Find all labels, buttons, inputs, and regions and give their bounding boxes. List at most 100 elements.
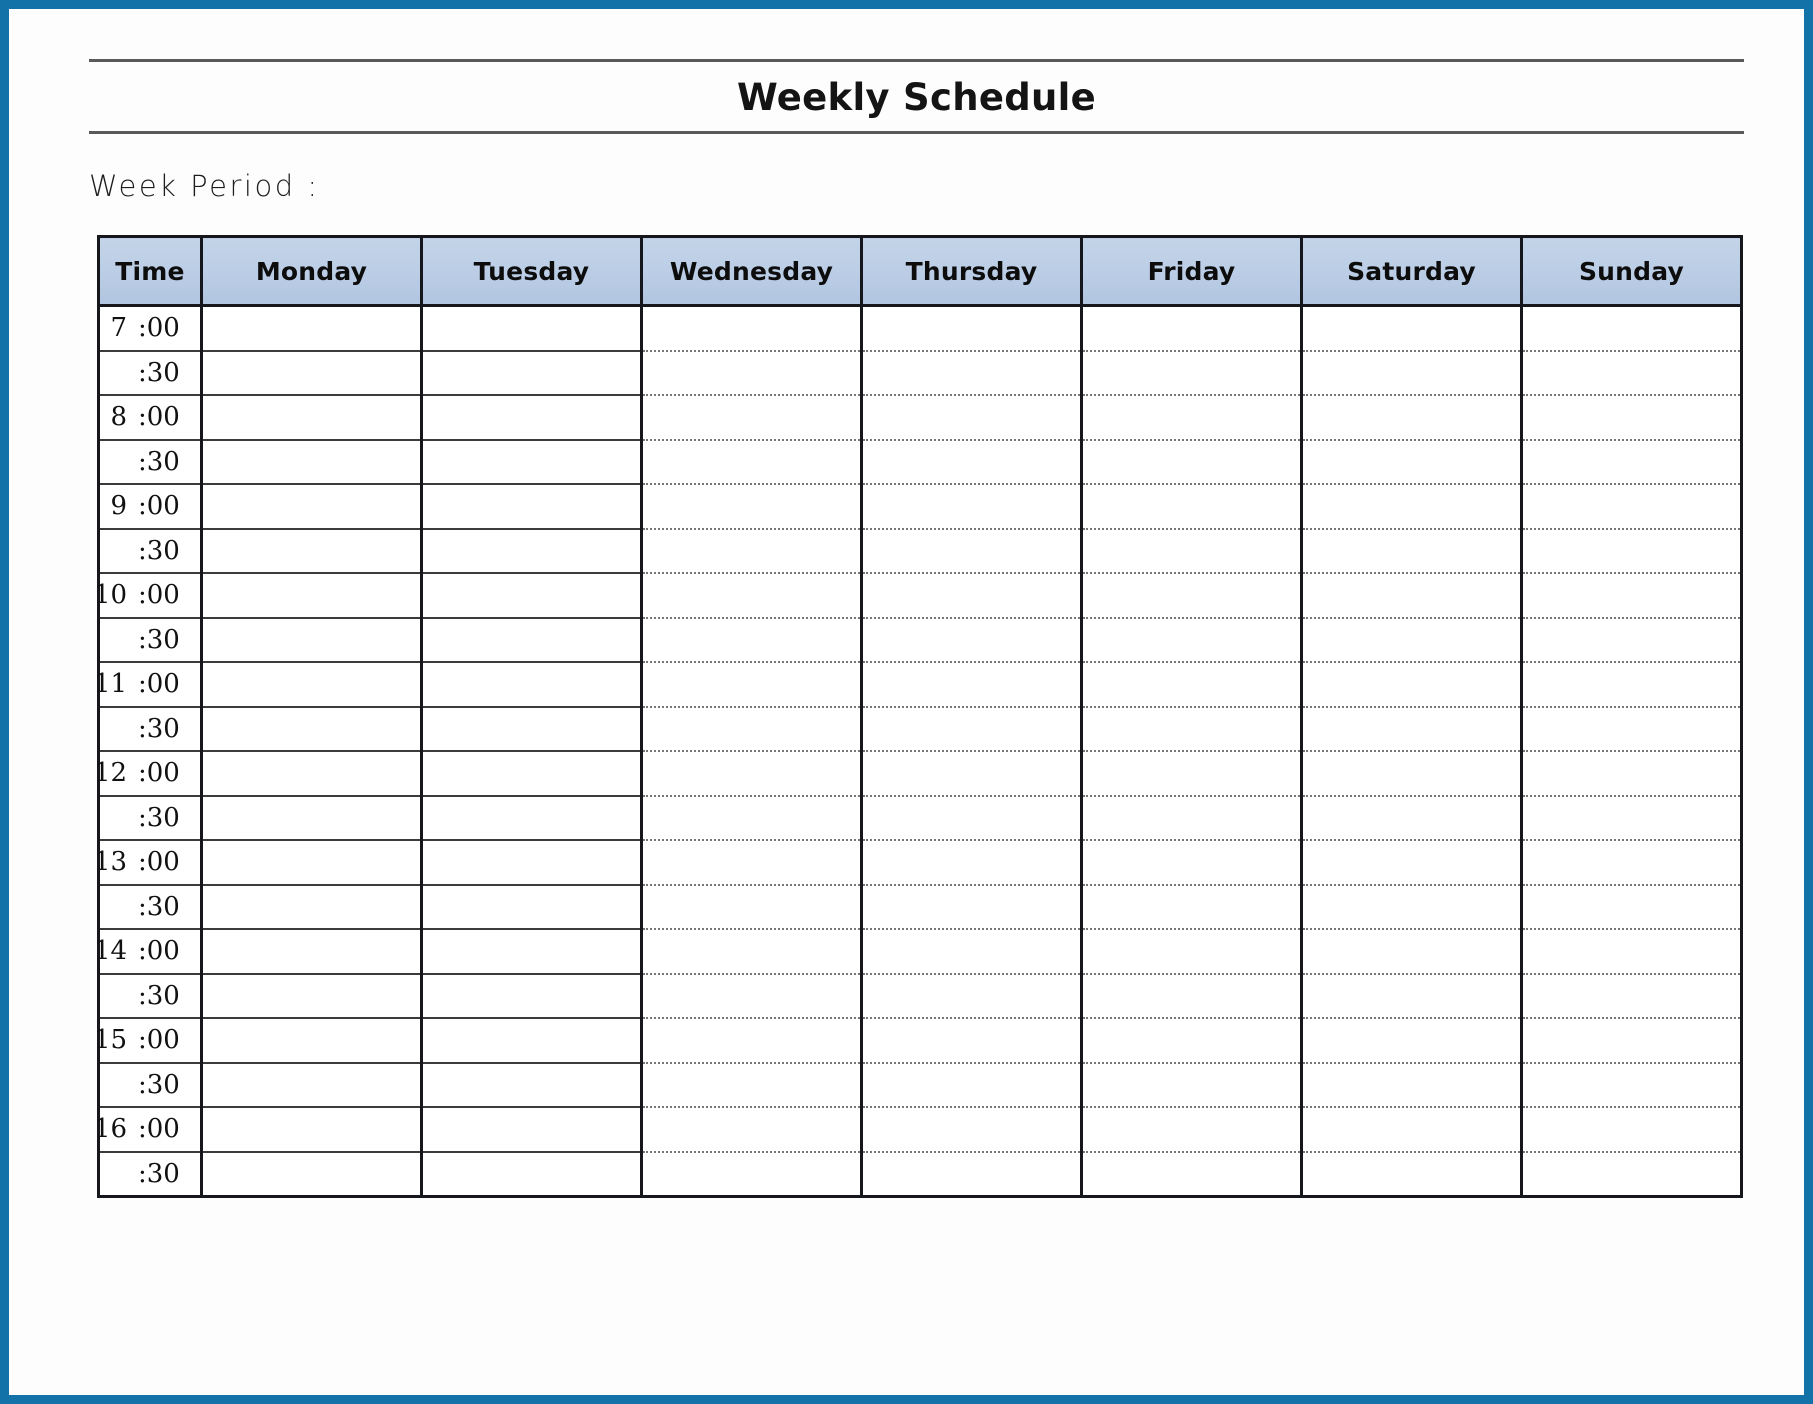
schedule-cell-friday[interactable] xyxy=(1080,662,1303,708)
schedule-cell-sunday[interactable] xyxy=(1520,350,1743,396)
schedule-cell-thursday[interactable] xyxy=(860,305,1083,352)
schedule-cell-friday[interactable] xyxy=(1080,1062,1303,1108)
schedule-cell-friday[interactable] xyxy=(1080,350,1303,396)
schedule-cell-saturday[interactable] xyxy=(1300,528,1523,574)
schedule-cell-monday[interactable] xyxy=(200,973,423,1019)
schedule-cell-sunday[interactable] xyxy=(1520,1107,1743,1153)
schedule-cell-tuesday[interactable] xyxy=(420,884,643,930)
schedule-cell-monday[interactable] xyxy=(200,795,423,841)
schedule-cell-thursday[interactable] xyxy=(860,439,1083,485)
schedule-cell-friday[interactable] xyxy=(1080,751,1303,797)
schedule-cell-tuesday[interactable] xyxy=(420,573,643,619)
schedule-cell-sunday[interactable] xyxy=(1520,840,1743,886)
schedule-cell-friday[interactable] xyxy=(1080,395,1303,441)
schedule-cell-tuesday[interactable] xyxy=(420,1151,643,1198)
schedule-cell-wednesday[interactable] xyxy=(640,840,863,886)
schedule-cell-saturday[interactable] xyxy=(1300,439,1523,485)
schedule-cell-thursday[interactable] xyxy=(860,528,1083,574)
schedule-cell-sunday[interactable] xyxy=(1520,795,1743,841)
schedule-cell-thursday[interactable] xyxy=(860,884,1083,930)
schedule-cell-wednesday[interactable] xyxy=(640,1151,863,1198)
schedule-cell-sunday[interactable] xyxy=(1520,573,1743,619)
schedule-cell-saturday[interactable] xyxy=(1300,305,1523,352)
schedule-cell-monday[interactable] xyxy=(200,617,423,663)
schedule-cell-friday[interactable] xyxy=(1080,1107,1303,1153)
schedule-cell-tuesday[interactable] xyxy=(420,929,643,975)
schedule-cell-saturday[interactable] xyxy=(1300,795,1523,841)
schedule-cell-thursday[interactable] xyxy=(860,662,1083,708)
schedule-cell-monday[interactable] xyxy=(200,1018,423,1064)
schedule-cell-monday[interactable] xyxy=(200,751,423,797)
schedule-cell-thursday[interactable] xyxy=(860,929,1083,975)
schedule-cell-wednesday[interactable] xyxy=(640,795,863,841)
schedule-cell-friday[interactable] xyxy=(1080,573,1303,619)
schedule-cell-sunday[interactable] xyxy=(1520,929,1743,975)
schedule-cell-tuesday[interactable] xyxy=(420,528,643,574)
schedule-cell-sunday[interactable] xyxy=(1520,305,1743,352)
schedule-cell-wednesday[interactable] xyxy=(640,662,863,708)
schedule-cell-monday[interactable] xyxy=(200,884,423,930)
schedule-cell-tuesday[interactable] xyxy=(420,840,643,886)
schedule-cell-thursday[interactable] xyxy=(860,350,1083,396)
schedule-cell-sunday[interactable] xyxy=(1520,706,1743,752)
schedule-cell-monday[interactable] xyxy=(200,840,423,886)
schedule-cell-wednesday[interactable] xyxy=(640,973,863,1019)
schedule-cell-thursday[interactable] xyxy=(860,484,1083,530)
schedule-cell-thursday[interactable] xyxy=(860,795,1083,841)
schedule-cell-tuesday[interactable] xyxy=(420,795,643,841)
schedule-cell-tuesday[interactable] xyxy=(420,1107,643,1153)
schedule-cell-saturday[interactable] xyxy=(1300,617,1523,663)
schedule-cell-monday[interactable] xyxy=(200,1151,423,1198)
schedule-cell-tuesday[interactable] xyxy=(420,350,643,396)
schedule-cell-tuesday[interactable] xyxy=(420,484,643,530)
schedule-cell-saturday[interactable] xyxy=(1300,1107,1523,1153)
schedule-cell-wednesday[interactable] xyxy=(640,439,863,485)
schedule-cell-thursday[interactable] xyxy=(860,395,1083,441)
schedule-cell-friday[interactable] xyxy=(1080,1018,1303,1064)
schedule-cell-thursday[interactable] xyxy=(860,573,1083,619)
schedule-cell-tuesday[interactable] xyxy=(420,1062,643,1108)
schedule-cell-saturday[interactable] xyxy=(1300,751,1523,797)
schedule-cell-monday[interactable] xyxy=(200,573,423,619)
schedule-cell-tuesday[interactable] xyxy=(420,439,643,485)
schedule-cell-tuesday[interactable] xyxy=(420,706,643,752)
schedule-cell-thursday[interactable] xyxy=(860,973,1083,1019)
schedule-cell-sunday[interactable] xyxy=(1520,662,1743,708)
schedule-cell-monday[interactable] xyxy=(200,706,423,752)
schedule-cell-thursday[interactable] xyxy=(860,706,1083,752)
schedule-cell-saturday[interactable] xyxy=(1300,573,1523,619)
schedule-cell-monday[interactable] xyxy=(200,1107,423,1153)
schedule-cell-sunday[interactable] xyxy=(1520,1151,1743,1198)
schedule-cell-monday[interactable] xyxy=(200,1062,423,1108)
schedule-cell-friday[interactable] xyxy=(1080,840,1303,886)
schedule-cell-saturday[interactable] xyxy=(1300,973,1523,1019)
schedule-cell-saturday[interactable] xyxy=(1300,1018,1523,1064)
schedule-cell-saturday[interactable] xyxy=(1300,840,1523,886)
schedule-cell-tuesday[interactable] xyxy=(420,395,643,441)
schedule-cell-sunday[interactable] xyxy=(1520,1062,1743,1108)
schedule-cell-tuesday[interactable] xyxy=(420,973,643,1019)
schedule-cell-saturday[interactable] xyxy=(1300,1151,1523,1198)
schedule-cell-saturday[interactable] xyxy=(1300,350,1523,396)
schedule-cell-wednesday[interactable] xyxy=(640,395,863,441)
schedule-cell-monday[interactable] xyxy=(200,305,423,352)
schedule-cell-monday[interactable] xyxy=(200,439,423,485)
schedule-cell-wednesday[interactable] xyxy=(640,484,863,530)
schedule-cell-saturday[interactable] xyxy=(1300,929,1523,975)
schedule-cell-friday[interactable] xyxy=(1080,439,1303,485)
schedule-cell-thursday[interactable] xyxy=(860,617,1083,663)
schedule-cell-sunday[interactable] xyxy=(1520,1018,1743,1064)
schedule-cell-friday[interactable] xyxy=(1080,617,1303,663)
schedule-cell-saturday[interactable] xyxy=(1300,706,1523,752)
schedule-cell-saturday[interactable] xyxy=(1300,484,1523,530)
schedule-cell-friday[interactable] xyxy=(1080,973,1303,1019)
schedule-cell-monday[interactable] xyxy=(200,395,423,441)
schedule-cell-friday[interactable] xyxy=(1080,929,1303,975)
schedule-cell-sunday[interactable] xyxy=(1520,973,1743,1019)
schedule-cell-friday[interactable] xyxy=(1080,706,1303,752)
schedule-cell-wednesday[interactable] xyxy=(640,884,863,930)
schedule-cell-wednesday[interactable] xyxy=(640,305,863,352)
schedule-cell-monday[interactable] xyxy=(200,528,423,574)
schedule-cell-wednesday[interactable] xyxy=(640,350,863,396)
schedule-cell-thursday[interactable] xyxy=(860,840,1083,886)
